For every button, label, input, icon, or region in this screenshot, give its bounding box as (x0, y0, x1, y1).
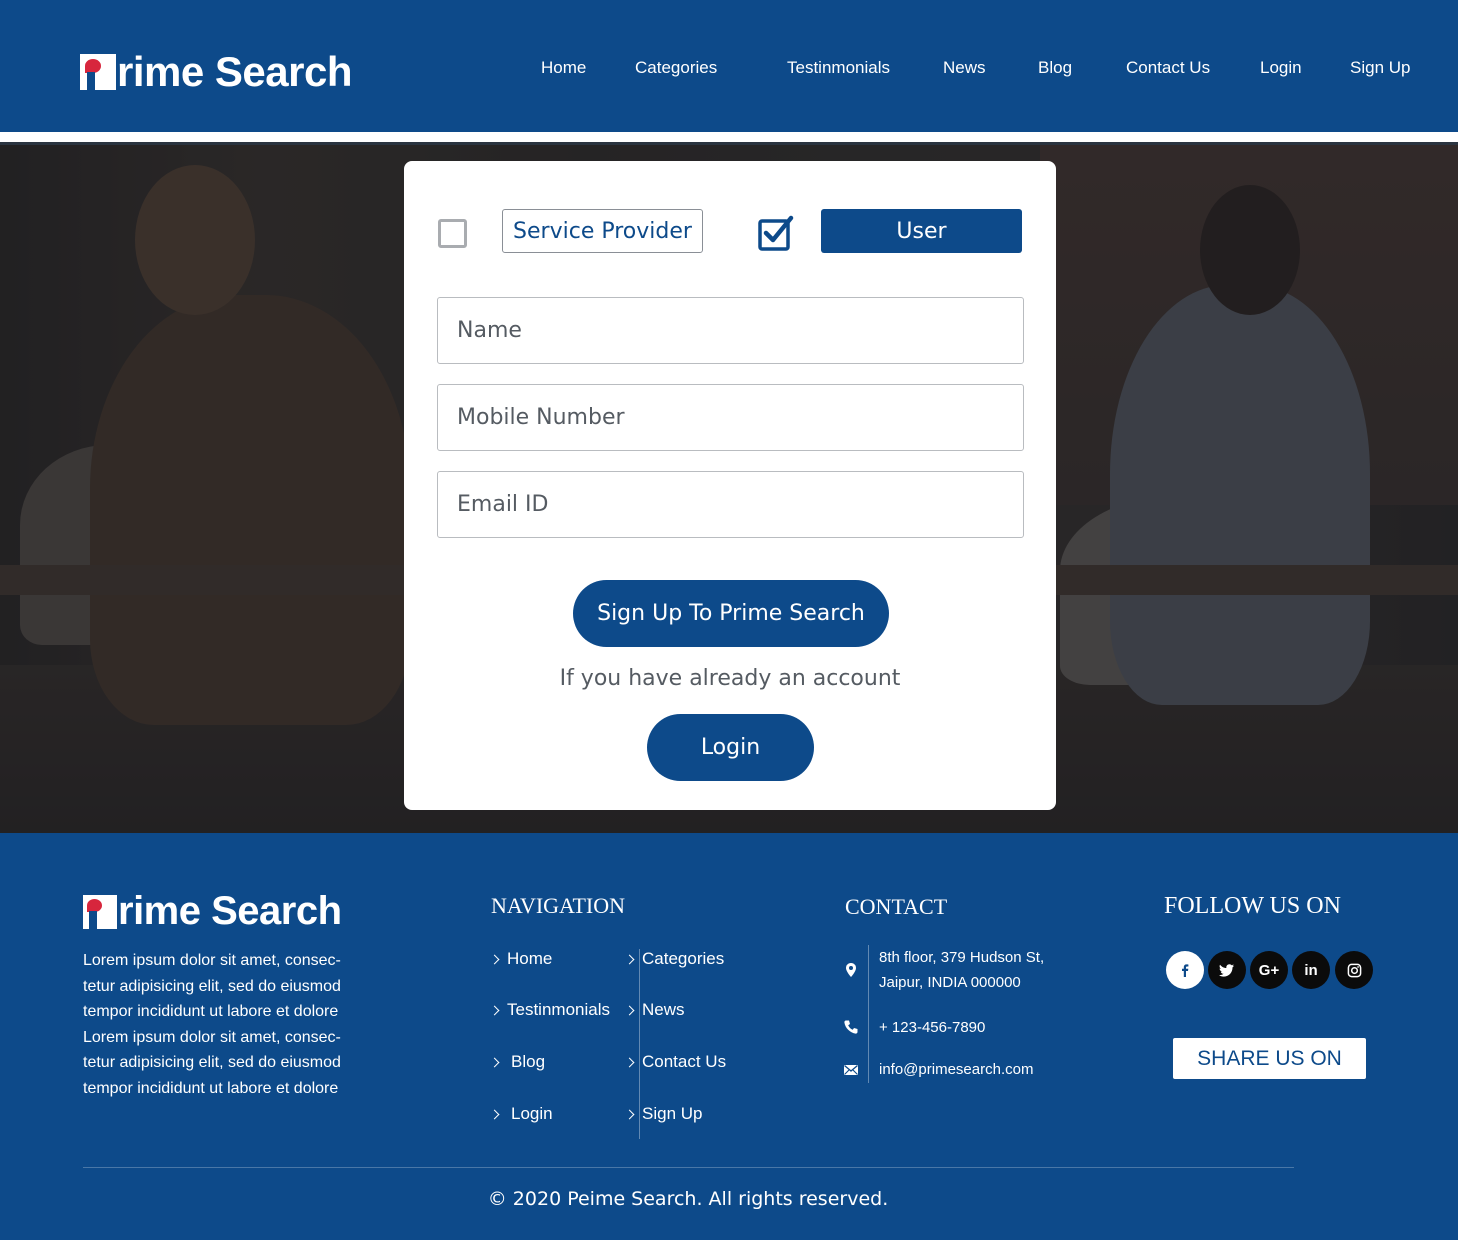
footer-link-contact[interactable]: Contact Us (624, 1052, 727, 1072)
nav-testimonials[interactable]: Testinmonials (787, 58, 890, 78)
footer-link-label: News (642, 1000, 685, 1019)
user-button[interactable]: User (821, 209, 1022, 253)
footer-link-label: Blog (511, 1052, 546, 1071)
address-line-1: 8th floor, 379 Hudson St, (879, 949, 1045, 966)
already-account-text: If you have already an account (559, 666, 901, 691)
nav-home[interactable]: Home (541, 58, 586, 78)
footer-link-news[interactable]: News (624, 1000, 685, 1020)
footer-brand-logo[interactable]: rime Search (83, 889, 342, 934)
footer-link-signup[interactable]: Sign Up (624, 1104, 703, 1124)
signup-button[interactable]: Sign Up To Prime Search (573, 580, 889, 647)
about-line: tempor incididunt ut labore et dolore (83, 1079, 339, 1097)
signup-form-card: Service Provider User Name Mobile Number… (404, 161, 1056, 810)
email-input[interactable]: Email ID (437, 471, 1024, 538)
footer-link-label: Sign Up (642, 1104, 703, 1123)
chevron-right-icon (624, 954, 635, 964)
linkedin-label: in (1304, 961, 1318, 979)
footer-contact-divider (868, 945, 869, 1083)
footer-link-label: Testinmonials (507, 1000, 610, 1019)
footer-follow-heading: FOLLOW US ON (1164, 893, 1341, 919)
contact-phone[interactable]: + 123-456-7890 (843, 1015, 985, 1036)
chevron-right-icon (489, 954, 500, 964)
logo-mark-icon (83, 894, 117, 929)
chevron-right-icon (624, 1109, 635, 1119)
contact-email[interactable]: info@primesearch.com (843, 1057, 1033, 1078)
footer-brand-name: rime Search (118, 889, 342, 933)
footer-divider (83, 1167, 1294, 1168)
chevron-right-icon (489, 1109, 500, 1119)
footer-link-blog[interactable]: Blog (489, 1052, 546, 1072)
copyright-text: © 2020 Peime Search. All rights reserved… (487, 1188, 889, 1210)
phone-number: + 123-456-7890 (879, 1019, 986, 1036)
google-plus-icon[interactable]: G+ (1250, 951, 1288, 989)
mobile-placeholder: Mobile Number (457, 405, 625, 430)
instagram-icon[interactable] (1335, 951, 1373, 989)
email-placeholder: Email ID (457, 492, 549, 517)
footer-contact-heading: CONTACT (845, 894, 948, 919)
footer-link-home[interactable]: Home (489, 949, 553, 969)
chevron-right-icon (489, 1057, 500, 1067)
service-provider-button[interactable]: Service Provider (502, 209, 703, 253)
mobile-number-input[interactable]: Mobile Number (437, 384, 1024, 451)
share-us-button[interactable]: SHARE US ON (1173, 1038, 1366, 1079)
mail-icon (844, 1065, 858, 1075)
chevron-right-icon (489, 1005, 500, 1015)
twitter-icon[interactable] (1208, 951, 1246, 989)
location-pin-icon (846, 963, 856, 977)
about-line: tetur adipisicing elit, sed do eiusmod (83, 977, 341, 995)
about-line: tetur adipisicing elit, sed do eiusmod (83, 1054, 341, 1072)
name-input[interactable]: Name (437, 297, 1024, 364)
about-line: tempor incididunt ut labore et dolore (83, 1003, 339, 1021)
about-line: Lorem ipsum dolor sit amet, consec- (83, 1028, 341, 1046)
phone-icon (844, 1020, 858, 1034)
header-divider (0, 132, 1458, 142)
nav-categories[interactable]: Categories (635, 58, 717, 78)
footer-link-testimonials[interactable]: Testinmonials (489, 1000, 610, 1020)
footer-navigation-heading: NAVIGATION (491, 893, 626, 918)
footer-link-categories[interactable]: Categories (624, 949, 725, 969)
chevron-right-icon (624, 1057, 635, 1067)
footer-link-label: Home (507, 949, 553, 968)
site-header: rime Search Home Categories Testinmonial… (0, 0, 1458, 132)
footer-link-label: Login (511, 1104, 553, 1123)
nav-news[interactable]: News (943, 58, 986, 78)
site-footer: rime Search Lorem ipsum dolor sit amet, … (0, 833, 1458, 1240)
nav-blog[interactable]: Blog (1038, 58, 1072, 78)
google-plus-label: G+ (1258, 961, 1280, 979)
linkedin-icon[interactable]: in (1292, 951, 1330, 989)
name-placeholder: Name (457, 318, 522, 343)
facebook-icon[interactable] (1166, 951, 1204, 989)
about-line: Lorem ipsum dolor sit amet, consec- (83, 952, 341, 969)
chevron-right-icon (624, 1005, 635, 1015)
footer-about-text: Lorem ipsum dolor sit amet, consec- tetu… (83, 948, 343, 1102)
contact-address: 8th floor, 379 Hudson St, Jaipur, INDIA … (843, 945, 1044, 991)
address-line-2: Jaipur, INDIA 000000 (879, 974, 1021, 991)
footer-link-login[interactable]: Login (489, 1104, 553, 1124)
nav-contact[interactable]: Contact Us (1126, 58, 1210, 78)
footer-link-label: Contact Us (642, 1052, 727, 1071)
footer-link-label: Categories (642, 949, 725, 968)
user-checkbox-checked-icon[interactable] (758, 215, 794, 251)
nav-login[interactable]: Login (1260, 58, 1302, 78)
login-button[interactable]: Login (647, 714, 814, 781)
nav-signup[interactable]: Sign Up (1350, 58, 1410, 78)
service-provider-checkbox[interactable] (438, 219, 467, 248)
email-address: info@primesearch.com (879, 1061, 1034, 1078)
main-nav: Home Categories Testinmonials News Blog … (0, 58, 1458, 80)
